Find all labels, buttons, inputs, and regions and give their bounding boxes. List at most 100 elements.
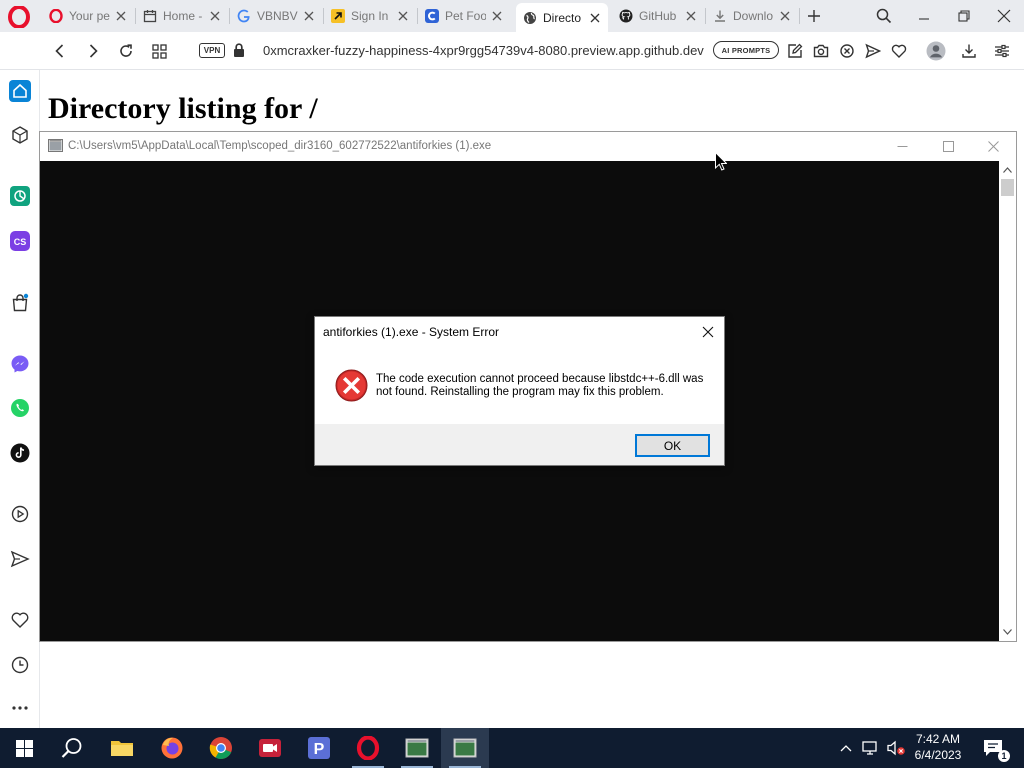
tab-close-icon[interactable] xyxy=(396,9,410,23)
svg-text:CS: CS xyxy=(14,237,27,247)
sidebar-item-chatsonic[interactable]: CS xyxy=(8,229,32,253)
scroll-down-arrow-icon[interactable] xyxy=(1002,626,1013,637)
tab-close-icon[interactable] xyxy=(588,11,602,25)
page-title: Directory listing for / xyxy=(48,92,318,125)
taskbar-opera[interactable] xyxy=(344,728,392,768)
network-icon[interactable] xyxy=(860,728,882,768)
calendar-icon xyxy=(142,8,158,24)
chatgpt-icon xyxy=(10,186,30,206)
tab-title: Downlo xyxy=(733,9,774,23)
sidebar-item-pinboards[interactable] xyxy=(8,123,32,147)
console-maximize-button[interactable] xyxy=(925,132,971,161)
sidebar-item-history[interactable] xyxy=(8,653,32,677)
start-button[interactable] xyxy=(0,728,48,768)
restore-button[interactable] xyxy=(944,0,984,32)
taskbar-console-app[interactable] xyxy=(393,728,441,768)
cube-icon xyxy=(12,126,28,144)
tab-close-icon[interactable] xyxy=(114,9,128,23)
sidebar-item-chatgpt[interactable] xyxy=(8,184,32,208)
close-icon xyxy=(997,9,1011,23)
console-titlebar[interactable]: C:\Users\vm5\AppData\Local\Temp\scoped_d… xyxy=(40,132,1016,161)
taskbar-firefox[interactable] xyxy=(148,728,196,768)
tab-close-icon[interactable] xyxy=(684,9,698,23)
taskbar-console-app-active[interactable] xyxy=(441,728,489,768)
minimize-icon xyxy=(897,146,907,147)
console-minimize-button[interactable] xyxy=(879,132,925,161)
taskbar-chrome[interactable] xyxy=(197,728,245,768)
address-bar: VPN 0xmcraxker-fuzzy-happiness-4xpr9rgg5… xyxy=(0,32,1024,70)
minimize-button[interactable] xyxy=(904,0,944,32)
scroll-up-arrow-icon[interactable] xyxy=(1002,164,1013,175)
reload-button[interactable] xyxy=(115,40,137,62)
tab-github[interactable]: GitHub xyxy=(612,3,704,29)
close-window-button[interactable] xyxy=(984,0,1024,32)
clock-time: 7:42 AM xyxy=(915,732,961,746)
taskbar-file-explorer[interactable] xyxy=(98,728,146,768)
show-hidden-icons-button[interactable] xyxy=(836,728,856,768)
volume-muted-icon[interactable] xyxy=(884,728,908,768)
tab-sign-in[interactable]: Sign In xyxy=(324,3,416,29)
home-icon xyxy=(9,80,31,102)
downloads-icon[interactable] xyxy=(959,41,979,61)
edit-icon[interactable] xyxy=(785,41,805,61)
sidebar-item-my-flow[interactable] xyxy=(8,547,32,571)
console-title: C:\Users\vm5\AppData\Local\Temp\scoped_d… xyxy=(68,140,492,152)
sidebar-more-button[interactable] xyxy=(8,696,32,720)
sidebar-item-tiktok[interactable] xyxy=(8,441,32,465)
tab-home[interactable]: Home - xyxy=(136,3,228,29)
new-tab-button[interactable] xyxy=(794,0,834,32)
sidebar-item-bookmarks[interactable] xyxy=(8,608,32,632)
tab-close-icon[interactable] xyxy=(490,9,504,23)
block-icon[interactable] xyxy=(837,41,857,61)
speed-dial-button[interactable] xyxy=(148,40,170,62)
close-icon xyxy=(702,326,714,338)
sidebar-item-player[interactable] xyxy=(8,502,32,526)
dialog-close-button[interactable] xyxy=(698,322,718,342)
camera-icon[interactable] xyxy=(811,41,831,61)
sidebar-item-whatsapp[interactable] xyxy=(8,396,32,420)
tab-pet-food[interactable]: Pet Foo xyxy=(418,3,510,29)
vpn-badge[interactable]: VPN xyxy=(199,43,225,58)
system-error-dialog[interactable]: antiforkies (1).exe - System Error The c… xyxy=(314,316,725,466)
tab-close-icon[interactable] xyxy=(778,9,792,23)
chevron-left-icon xyxy=(55,44,64,58)
sidebar-item-home[interactable] xyxy=(8,79,32,103)
profile-avatar-icon[interactable] xyxy=(926,41,946,61)
screen: Your pe Home - VBNBV Sign In Pet Foo Dir… xyxy=(0,0,1024,768)
tab-your-pe[interactable]: Your pe xyxy=(42,3,134,29)
ai-prompts-button[interactable]: AI PROMPTS xyxy=(713,41,779,59)
taskbar-p-app[interactable]: P xyxy=(295,728,343,768)
tab-downloads[interactable]: Downlo xyxy=(706,3,798,29)
console-close-button[interactable] xyxy=(970,132,1016,161)
tab-directory-listing[interactable]: Directo xyxy=(516,3,608,32)
arrow-logo-icon xyxy=(330,8,346,24)
taskbar-video-app[interactable] xyxy=(246,728,294,768)
c-logo-icon xyxy=(424,8,440,24)
taskbar-search-button[interactable] xyxy=(48,728,96,768)
sidebar-item-shopping[interactable] xyxy=(8,291,32,315)
back-button[interactable] xyxy=(49,40,71,62)
opera-menu-icon[interactable] xyxy=(8,5,30,29)
console-window-icon xyxy=(453,738,477,758)
lock-icon[interactable] xyxy=(232,42,246,58)
reload-icon xyxy=(120,44,132,57)
console-scrollbar[interactable] xyxy=(999,161,1016,641)
sidebar-item-messenger[interactable] xyxy=(8,352,32,376)
heart-icon[interactable] xyxy=(889,41,909,61)
action-center-button[interactable] xyxy=(978,728,1008,768)
easy-setup-icon[interactable] xyxy=(992,41,1012,61)
messenger-icon xyxy=(11,355,29,373)
url-field[interactable]: 0xmcraxker-fuzzy-happiness-4xpr9rgg54739… xyxy=(263,43,704,58)
console-app-icon xyxy=(48,139,63,152)
tab-vbnbv[interactable]: VBNBV xyxy=(230,3,322,29)
forward-button[interactable] xyxy=(82,40,104,62)
chatsonic-icon: CS xyxy=(10,231,30,251)
send-icon[interactable] xyxy=(863,41,883,61)
chrome-icon xyxy=(209,737,232,759)
tab-close-icon[interactable] xyxy=(208,9,222,23)
tab-close-icon[interactable] xyxy=(302,9,316,23)
ok-button[interactable]: OK xyxy=(635,434,710,457)
scroll-thumb[interactable] xyxy=(1001,179,1014,196)
tab-search-button[interactable] xyxy=(864,0,904,32)
taskbar-clock[interactable]: 7:42 AM 6/4/2023 xyxy=(908,731,968,763)
